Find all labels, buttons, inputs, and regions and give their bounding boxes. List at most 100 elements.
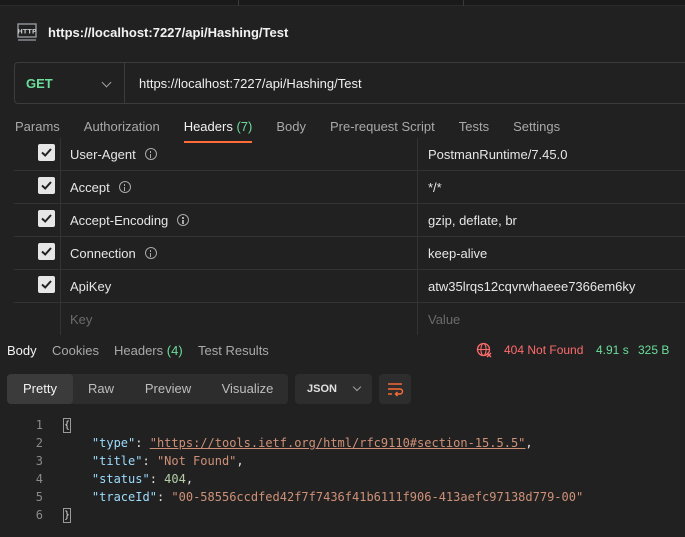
- line-number: 3: [35, 454, 43, 468]
- header-value-cell[interactable]: atw35lrqs12cqvrwhaeee7366em6ky: [418, 270, 685, 302]
- request-title-row: HTTP https://localhost:7227/api/Hashing/…: [16, 20, 288, 44]
- divider: [238, 0, 239, 6]
- tab-response-body[interactable]: Body: [7, 343, 37, 358]
- header-key-cell[interactable]: Accept-Encoding: [61, 204, 418, 236]
- row-checkbox[interactable]: [38, 243, 55, 260]
- format-label: JSON: [307, 383, 337, 395]
- row-checkbox[interactable]: [38, 144, 55, 161]
- response-size[interactable]: 325 B: [638, 343, 669, 357]
- json-key: "traceId": [91, 490, 157, 504]
- request-title[interactable]: https://localhost:7227/api/Hashing/Test: [48, 25, 288, 40]
- tab-test-results[interactable]: Test Results: [198, 343, 269, 358]
- tab-label: Headers: [183, 119, 233, 134]
- row-checkbox[interactable]: [38, 276, 55, 293]
- header-value-cell[interactable]: gzip, deflate, br: [418, 204, 685, 236]
- json-number-value: 404: [164, 472, 186, 486]
- table-row: Accept-Encoding gzip, deflate, br: [14, 204, 685, 237]
- code-text: {: [63, 416, 71, 434]
- view-mode-switch: Pretty Raw Preview Visualize: [7, 374, 288, 404]
- line-number: 5: [35, 490, 43, 504]
- response-time[interactable]: 4.91 s: [596, 343, 629, 357]
- key-placeholder: Key: [70, 311, 93, 327]
- header-value-cell[interactable]: keep-alive: [418, 237, 685, 269]
- checkbox-cell: [14, 204, 61, 236]
- table-row: User-Agent PostmanRuntime/7.45.0: [14, 138, 685, 171]
- header-key: Accept-Encoding: [70, 212, 169, 228]
- info-icon[interactable]: [118, 181, 131, 193]
- tab-response-headers[interactable]: Headers (4): [114, 343, 183, 358]
- header-value: keep-alive: [428, 245, 488, 261]
- header-value-cell[interactable]: PostmanRuntime/7.45.0: [418, 138, 685, 170]
- view-pretty-button[interactable]: Pretty: [7, 374, 73, 404]
- format-select[interactable]: JSON: [295, 374, 372, 404]
- json-key: "type": [91, 436, 136, 450]
- fold-brace-icon[interactable]: {: [63, 418, 71, 433]
- tab-count: (4): [166, 343, 183, 358]
- view-raw-button[interactable]: Raw: [73, 374, 129, 404]
- code-text: "title": "Not Found",: [91, 454, 244, 468]
- row-checkbox[interactable]: [38, 177, 55, 194]
- code-line: 6 }: [0, 506, 685, 524]
- header-value: atw35lrqs12cqvrwhaeee7366em6ky: [428, 278, 636, 294]
- divider: [463, 0, 464, 6]
- fold-brace-icon[interactable]: }: [63, 508, 71, 523]
- header-key-cell[interactable]: ApiKey: [61, 270, 418, 302]
- method-select[interactable]: GET: [15, 63, 125, 103]
- json-string-value: "00-58556ccdfed42f7f7436f41b6111f906-413…: [171, 490, 584, 504]
- view-preview-button[interactable]: Preview: [129, 374, 207, 404]
- response-body-editor[interactable]: 1 { 2 "type": "https://tools.ietf.org/ht…: [0, 416, 685, 524]
- header-value: PostmanRuntime/7.45.0: [428, 146, 568, 162]
- header-value: */*: [428, 179, 442, 195]
- table-row: Accept */*: [14, 171, 685, 204]
- response-tabs: Body Cookies Headers (4) Test Results 40…: [0, 336, 685, 364]
- table-row-new: Key Value: [14, 303, 685, 336]
- header-key-cell[interactable]: Accept: [61, 171, 418, 203]
- code-text: }: [63, 506, 71, 524]
- code-line: 1 {: [0, 416, 685, 434]
- check-icon: [41, 214, 52, 223]
- json-key: "status": [91, 472, 150, 486]
- top-strip: [0, 0, 685, 6]
- url-bar: GET https://localhost:7227/api/Hashing/T…: [14, 62, 685, 104]
- new-key-field[interactable]: Key: [61, 303, 418, 335]
- info-icon[interactable]: [177, 214, 190, 226]
- header-key: ApiKey: [70, 278, 112, 294]
- svg-text:HTTP: HTTP: [17, 28, 36, 36]
- method-label: GET: [26, 75, 53, 91]
- wrap-lines-button[interactable]: [379, 374, 411, 404]
- json-link-value[interactable]: "https://tools.ietf.org/html/rfc9110#sec…: [150, 436, 526, 450]
- headers-table: User-Agent PostmanRuntime/7.45.0 Accept …: [14, 138, 685, 336]
- line-number: 4: [35, 472, 43, 486]
- row-checkbox[interactable]: [38, 210, 55, 227]
- url-input[interactable]: https://localhost:7227/api/Hashing/Test: [125, 76, 362, 91]
- line-number: 6: [35, 508, 43, 522]
- code-text: "status": 404,: [91, 472, 194, 486]
- code-line: 4 "status": 404,: [0, 470, 685, 488]
- check-icon: [41, 148, 52, 157]
- table-row: Connection keep-alive: [14, 237, 685, 270]
- check-icon: [41, 280, 52, 289]
- code-line: 2 "type": "https://tools.ietf.org/html/r…: [0, 434, 685, 452]
- wrap-icon: [388, 383, 404, 397]
- info-icon[interactable]: [144, 148, 157, 160]
- globe-error-icon[interactable]: [476, 342, 492, 358]
- checkbox-cell: [14, 171, 61, 203]
- tab-cookies[interactable]: Cookies: [52, 343, 99, 358]
- info-icon[interactable]: [144, 247, 157, 259]
- view-visualize-button[interactable]: Visualize: [207, 374, 288, 404]
- value-placeholder: Value: [428, 311, 461, 327]
- json-string-value: "Not Found": [156, 454, 237, 468]
- checkbox-cell: [14, 138, 61, 170]
- tab-count: (7): [236, 119, 253, 134]
- header-key-cell[interactable]: Connection: [61, 237, 418, 269]
- header-key-cell[interactable]: User-Agent: [61, 138, 418, 170]
- table-row: ApiKey atw35lrqs12cqvrwhaeee7366em6ky: [14, 270, 685, 303]
- json-key: "title": [91, 454, 143, 468]
- check-icon: [41, 247, 52, 256]
- checkbox-cell: [14, 237, 61, 269]
- header-value-cell[interactable]: */*: [418, 171, 685, 203]
- status-code[interactable]: 404 Not Found: [504, 343, 583, 357]
- tab-label: Headers: [114, 343, 164, 358]
- new-value-field[interactable]: Value: [418, 303, 685, 335]
- code-text: "type": "https://tools.ietf.org/html/rfc…: [91, 436, 533, 450]
